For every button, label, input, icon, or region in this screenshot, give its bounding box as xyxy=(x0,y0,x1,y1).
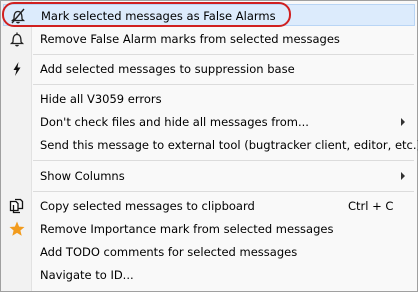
menu-item-label: Send this message to external tool (bugt… xyxy=(40,138,418,152)
menu-item-show-columns[interactable]: Show Columns xyxy=(3,165,415,187)
menu-item-label: Navigate to ID... xyxy=(40,268,134,282)
menu-item-label: Add selected messages to suppression bas… xyxy=(40,62,295,76)
star-icon xyxy=(5,218,29,240)
bell-slash-icon xyxy=(6,5,30,27)
menu-item-remove-importance[interactable]: Remove Importance mark from selected mes… xyxy=(3,218,415,240)
menu-item-dont-check-files[interactable]: Don't check files and hide all messages … xyxy=(3,111,415,133)
menu-item-add-todo[interactable]: Add TODO comments for selected messages xyxy=(3,241,415,263)
submenu-arrow-icon xyxy=(401,118,405,126)
lightning-icon xyxy=(5,58,29,80)
menu-item-label: Don't check files and hide all messages … xyxy=(40,115,309,129)
copy-icon xyxy=(5,195,29,217)
menu-item-mark-false-alarms[interactable]: Mark selected messages as False Alarms xyxy=(3,4,415,26)
menu-separator xyxy=(33,84,414,85)
menu-item-label: Remove False Alarm marks from selected m… xyxy=(40,32,340,46)
menu-item-remove-false-alarms[interactable]: Remove False Alarm marks from selected m… xyxy=(3,28,415,50)
menu-item-label: Remove Importance mark from selected mes… xyxy=(40,222,334,236)
menu-item-navigate-id[interactable]: Navigate to ID... xyxy=(3,264,415,286)
menu-item-label: Show Columns xyxy=(40,169,125,183)
submenu-arrow-icon xyxy=(401,172,405,180)
context-menu: Mark selected messages as False Alarms R… xyxy=(0,0,418,292)
menu-item-add-suppression[interactable]: Add selected messages to suppression bas… xyxy=(3,58,415,80)
menu-item-shortcut: Ctrl + C xyxy=(348,199,394,213)
menu-item-label: Copy selected messages to clipboard xyxy=(40,199,255,213)
bell-icon xyxy=(5,28,29,50)
menu-separator xyxy=(33,191,414,192)
menu-item-label: Mark selected messages as False Alarms xyxy=(41,9,276,23)
menu-item-hide-errors[interactable]: Hide all V3059 errors xyxy=(3,88,415,110)
menu-separator xyxy=(33,54,414,55)
menu-item-send-external[interactable]: Send this message to external tool (bugt… xyxy=(3,134,418,156)
menu-item-label: Hide all V3059 errors xyxy=(40,92,162,106)
menu-item-label: Add TODO comments for selected messages xyxy=(40,245,298,259)
menu-item-copy-clipboard[interactable]: Copy selected messages to clipboard Ctrl… xyxy=(3,195,415,217)
menu-separator xyxy=(33,160,414,161)
